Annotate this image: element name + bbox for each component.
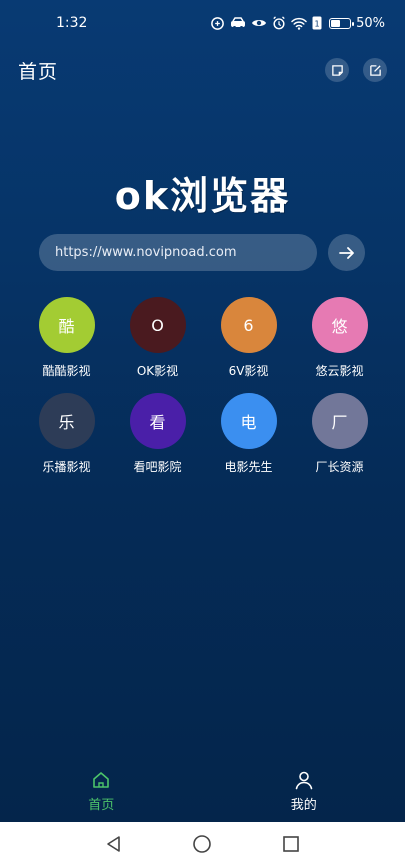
site-icon: 酷 bbox=[38, 297, 95, 353]
site-icon-glyph: 悠 bbox=[331, 317, 348, 336]
site-icon-glyph: 看 bbox=[149, 413, 166, 432]
system-nav-bar bbox=[0, 822, 405, 866]
site-icon-glyph: 乐 bbox=[58, 413, 75, 432]
edit-icon bbox=[369, 64, 381, 76]
site-icon: 6 bbox=[220, 297, 277, 353]
url-input[interactable]: https://www.novipnoad.com bbox=[39, 234, 317, 271]
site-icon: 电 bbox=[220, 393, 277, 449]
site-item[interactable]: 厂厂长资源 bbox=[294, 393, 385, 475]
site-item[interactable]: 乐乐播影视 bbox=[21, 393, 112, 475]
site-icon: 看 bbox=[129, 393, 186, 449]
svg-text:1: 1 bbox=[315, 20, 320, 29]
app-screen: 1:32 1 50% 首页 ok浏览器 https://www.novipnoa… bbox=[0, 0, 405, 822]
arrow-right-icon bbox=[338, 246, 354, 259]
site-label: 酷酷影视 bbox=[42, 364, 91, 378]
site-label: 看吧影院 bbox=[133, 460, 182, 474]
site-icon-glyph: 6 bbox=[243, 315, 254, 335]
site-grid: 酷酷酷影视 O OK影视 6 6V影视 悠悠云影视 乐乐播影视 看看吧影院 电电影先… bbox=[21, 297, 385, 475]
site-item[interactable]: 6 6V影视 bbox=[203, 297, 294, 379]
go-button[interactable] bbox=[328, 234, 365, 271]
status-time: 1:32 bbox=[56, 15, 88, 31]
site-label: 厂长资源 bbox=[315, 460, 364, 474]
top-header: 首页 bbox=[0, 50, 405, 90]
site-item[interactable]: 悠悠云影视 bbox=[294, 297, 385, 379]
home-circle-icon[interactable] bbox=[192, 834, 212, 854]
nav-mine-label: 我的 bbox=[290, 797, 317, 813]
recents-icon[interactable] bbox=[282, 835, 300, 853]
alarm-clock-icon bbox=[272, 16, 286, 30]
site-icon: O bbox=[129, 297, 186, 353]
site-label: 6V影视 bbox=[228, 364, 269, 378]
site-label: 乐播影视 bbox=[42, 460, 91, 474]
site-icon: 厂 bbox=[311, 393, 368, 449]
note-icon bbox=[331, 64, 343, 76]
site-item[interactable]: 看看吧影院 bbox=[112, 393, 203, 475]
page-title: 首页 bbox=[18, 60, 59, 83]
bottom-nav: 首页 我的 bbox=[0, 760, 405, 822]
nav-home[interactable]: 首页 bbox=[0, 760, 203, 822]
edit-button[interactable] bbox=[363, 58, 387, 82]
car-icon bbox=[230, 16, 246, 30]
site-icon-glyph: O bbox=[151, 315, 164, 335]
home-icon bbox=[93, 771, 110, 788]
site-item[interactable]: 电电影先生 bbox=[203, 393, 294, 475]
site-icon-glyph: 电 bbox=[240, 413, 257, 432]
site-icon: 悠 bbox=[311, 297, 368, 353]
site-icon-glyph: 厂 bbox=[331, 413, 348, 432]
site-item[interactable]: O OK影视 bbox=[112, 297, 203, 379]
site-icon: 乐 bbox=[38, 393, 95, 449]
battery-icon bbox=[329, 17, 355, 29]
data-saver-icon bbox=[210, 16, 225, 31]
site-item[interactable]: 酷酷酷影视 bbox=[21, 297, 112, 379]
site-label: OK影视 bbox=[136, 364, 179, 378]
app-logo: ok浏览器 bbox=[114, 174, 291, 218]
sim-icon: 1 bbox=[312, 16, 322, 30]
note-button[interactable] bbox=[325, 58, 349, 82]
user-icon bbox=[295, 771, 313, 789]
url-input-value: https://www.novipnoad.com bbox=[55, 245, 237, 260]
status-bar: 1:32 1 50% bbox=[0, 0, 405, 46]
back-icon[interactable] bbox=[105, 835, 123, 853]
site-label: 悠云影视 bbox=[315, 364, 364, 378]
battery-percent: 50% bbox=[356, 15, 385, 31]
status-icons: 1 50% bbox=[210, 16, 385, 31]
eye-icon bbox=[251, 17, 267, 29]
wifi-icon bbox=[291, 17, 307, 30]
nav-home-label: 首页 bbox=[88, 797, 115, 813]
site-label: 电影先生 bbox=[224, 460, 273, 474]
nav-mine[interactable]: 我的 bbox=[203, 760, 405, 822]
site-icon-glyph: 酷 bbox=[58, 317, 75, 336]
